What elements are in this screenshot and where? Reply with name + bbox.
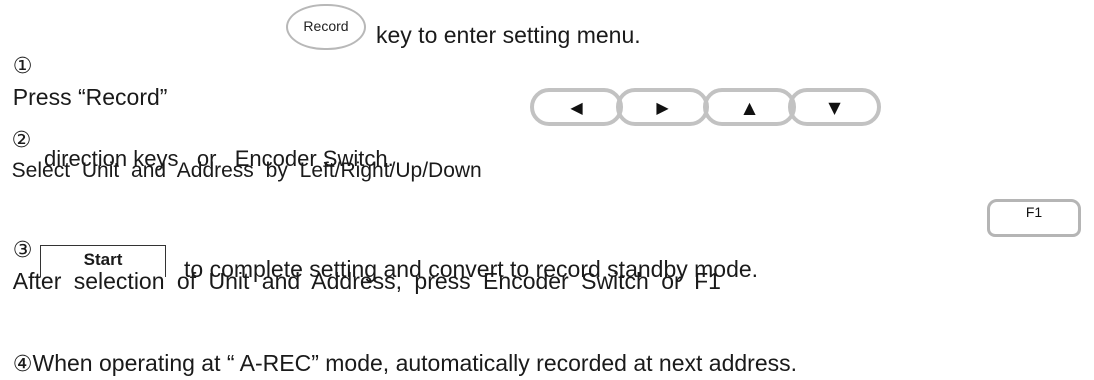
step3-text-line2: to complete setting and convert to recor…: [184, 256, 759, 282]
step1-number: ①: [12, 54, 33, 79]
step4-number: ④: [12, 352, 33, 377]
up-arrow-key-icon: ▲: [703, 88, 796, 126]
left-arrow-key-icon: ◀: [530, 88, 623, 126]
right-arrow-key-icon: ▶: [616, 88, 709, 126]
step2-number: ②: [11, 128, 32, 153]
step4-text: When operating at “ A-REC” mode, automat…: [32, 350, 797, 376]
step4-line: ④When operating at “ A-REC” mode, automa…: [0, 318, 797, 380]
step2-text-line2: direction keys or Encoder Switch.: [44, 146, 394, 171]
down-arrow-key-icon: ▼: [788, 88, 881, 126]
step1-text-after: key to enter setting menu.: [376, 22, 641, 48]
record-key-icon: Record: [286, 4, 366, 50]
f1-key-icon: F1: [987, 199, 1081, 237]
step3-number: ③: [12, 238, 33, 263]
start-softkey-icon: Start: [40, 245, 166, 277]
